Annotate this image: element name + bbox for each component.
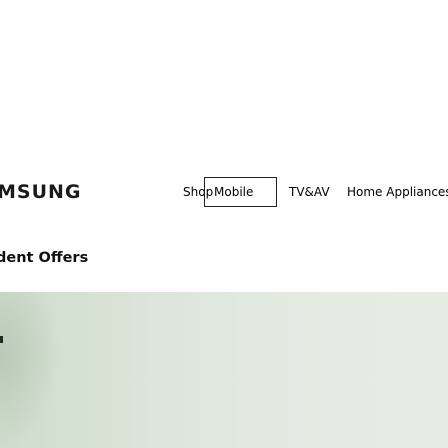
nav-item-tvav[interactable]: TV&AV (289, 177, 330, 207)
nav-item-home-appliances[interactable]: Home Appliances (347, 177, 448, 207)
hero-image-fragment (0, 292, 60, 448)
brand-logo[interactable]: MSUNG (0, 181, 82, 203)
hero-banner[interactable] (0, 292, 448, 448)
hero-image-detail (0, 336, 3, 343)
page: MSUNG Shop Mobile TV&AV Home Appliances … (0, 0, 448, 448)
offers-heading: dent Offers (0, 250, 89, 266)
nav-item-mobile-label[interactable]: Mobile (214, 177, 253, 207)
